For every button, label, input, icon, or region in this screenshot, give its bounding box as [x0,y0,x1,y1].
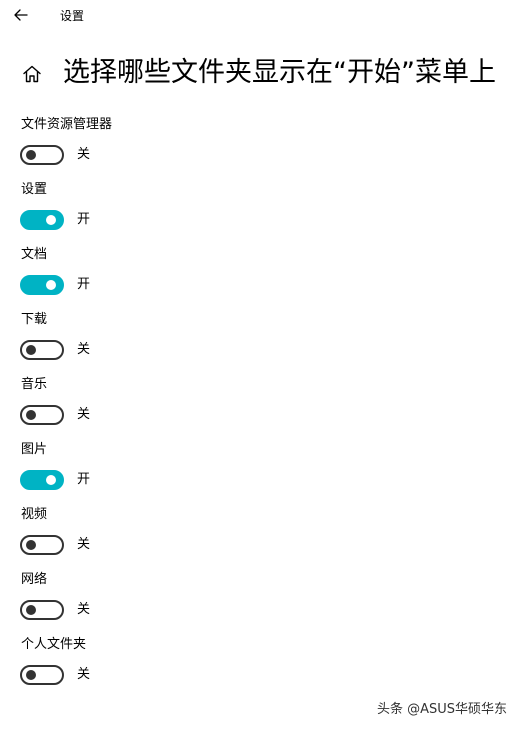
toggle-knob [26,410,36,420]
file-explorer-toggle[interactable] [20,145,64,165]
toggle-knob [26,670,36,680]
toggle-knob [26,605,36,615]
setting-downloads: 下载 关 [20,311,500,376]
toggle-state-text: 关 [77,602,91,617]
videos-toggle[interactable] [20,535,64,555]
setting-network: 网络 关 [20,571,500,636]
setting-label: 个人文件夹 [21,637,87,652]
page-title: 选择哪些文件夹显示在“开始”菜单上 [63,57,496,88]
home-icon [23,65,41,83]
toggle-state-text: 关 [77,537,91,552]
pictures-toggle[interactable] [20,470,64,490]
home-button[interactable] [20,62,44,86]
folder-settings-list: 文件资源管理器 关 设置 开 文档 开 下载 关 音乐 关 图片 开 视频 关 … [20,116,500,701]
setting-file-explorer: 文件资源管理器 关 [20,116,500,181]
documents-toggle[interactable] [20,275,64,295]
toggle-state-text: 关 [77,407,91,422]
setting-label: 设置 [21,182,48,197]
toggle-state-text: 开 [77,277,91,292]
title-bar: 设置 [0,0,519,34]
toggle-state-text: 关 [77,147,91,162]
toggle-state-text: 关 [77,667,91,682]
setting-documents: 文档 开 [20,246,500,311]
toggle-knob [26,345,36,355]
settings-toggle[interactable] [20,210,64,230]
toggle-row: 关 [20,534,90,556]
toggle-row: 开 [20,209,90,231]
toggle-row: 关 [20,144,90,166]
toggle-knob [46,280,56,290]
setting-label: 下载 [21,312,48,327]
toggle-knob [26,540,36,550]
app-title: 设置 [60,9,85,23]
downloads-toggle[interactable] [20,340,64,360]
toggle-row: 关 [20,339,90,361]
toggle-row: 关 [20,599,90,621]
back-arrow-icon [14,9,28,21]
toggle-knob [46,475,56,485]
setting-label: 网络 [21,572,48,587]
toggle-row: 关 [20,404,90,426]
setting-label: 图片 [21,442,48,457]
back-button[interactable] [10,4,32,26]
watermark: 头条 @ASUS华硕华东 [376,702,507,717]
toggle-row: 开 [20,469,90,491]
setting-label: 文件资源管理器 [21,117,113,132]
music-toggle[interactable] [20,405,64,425]
toggle-knob [26,150,36,160]
setting-pictures: 图片 开 [20,441,500,506]
setting-label: 音乐 [21,377,48,392]
setting-music: 音乐 关 [20,376,500,441]
toggle-state-text: 关 [77,342,91,357]
setting-label: 视频 [21,507,48,522]
setting-personal-folder: 个人文件夹 关 [20,636,500,701]
setting-settings: 设置 开 [20,181,500,246]
personal-folder-toggle[interactable] [20,665,64,685]
setting-videos: 视频 关 [20,506,500,571]
toggle-knob [46,215,56,225]
toggle-state-text: 开 [77,472,91,487]
toggle-row: 开 [20,274,90,296]
setting-label: 文档 [21,247,48,262]
toggle-row: 关 [20,664,90,686]
page-header: 选择哪些文件夹显示在“开始”菜单上 [0,52,519,96]
toggle-state-text: 开 [77,212,91,227]
network-toggle[interactable] [20,600,64,620]
